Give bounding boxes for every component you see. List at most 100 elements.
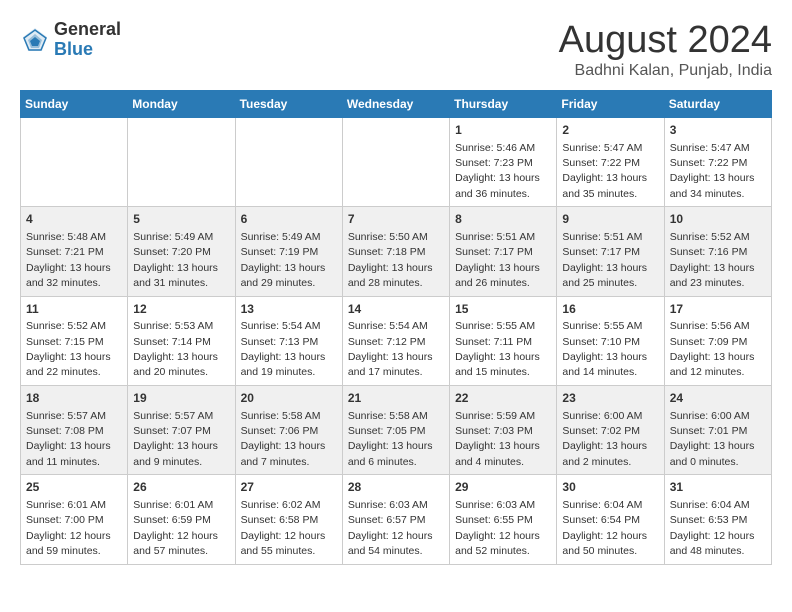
calendar-cell: 5Sunrise: 5:49 AM Sunset: 7:20 PM Daylig… [128, 207, 235, 296]
day-number: 28 [348, 479, 444, 496]
day-number: 2 [562, 122, 658, 139]
calendar-week-row: 18 Sunrise: 5:57 AM Sunset: 7:08 PM Dayli… [21, 385, 772, 474]
calendar-cell: 27 Sunrise: 6:02 AM Sunset: 6:58 PM Dayli… [235, 475, 342, 564]
calendar-cell [128, 117, 235, 206]
day-number: 12 [133, 301, 229, 318]
day-info: Sunrise: 5:48 AM Sunset: 7:21 PM Dayligh… [26, 231, 111, 289]
day-info: Sunrise: 6:04 AM Sunset: 6:54 PM Dayligh… [562, 499, 647, 557]
calendar-cell: 24 Sunrise: 6:00 AM Sunset: 7:01 PM Dayli… [664, 385, 771, 474]
day-info: Sunrise: 5:46 AM Sunset: 7:23 PM Dayligh… [455, 142, 540, 200]
calendar-cell: 9 Sunrise: 5:51 AM Sunset: 7:17 PM Daylig… [557, 207, 664, 296]
calendar-cell: 11 Sunrise: 5:52 AM Sunset: 7:15 PM Dayli… [21, 296, 128, 385]
day-info: Sunrise: 5:47 AM Sunset: 7:22 PM Dayligh… [562, 142, 647, 200]
day-number: 30 [562, 479, 658, 496]
day-info: Sunrise: 5:59 AM Sunset: 7:03 PM Dayligh… [455, 410, 540, 468]
weekday-header-thursday: Thursday [450, 90, 557, 117]
logo-general-text: General [54, 20, 121, 40]
calendar-cell: 1 Sunrise: 5:46 AM Sunset: 7:23 PM Daylig… [450, 117, 557, 206]
weekday-header-sunday: Sunday [21, 90, 128, 117]
calendar-cell: 15Sunrise: 5:55 AM Sunset: 7:11 PM Dayli… [450, 296, 557, 385]
calendar-cell: 26 Sunrise: 6:01 AM Sunset: 6:59 PM Dayli… [128, 475, 235, 564]
calendar-cell: 13Sunrise: 5:54 AM Sunset: 7:13 PM Dayli… [235, 296, 342, 385]
day-number: 27 [241, 479, 337, 496]
calendar-cell: 12 Sunrise: 5:53 AM Sunset: 7:14 PM Dayli… [128, 296, 235, 385]
calendar-cell: 22Sunrise: 5:59 AM Sunset: 7:03 PM Dayli… [450, 385, 557, 474]
calendar-cell: 17 Sunrise: 5:56 AM Sunset: 7:09 PM Dayli… [664, 296, 771, 385]
weekday-header-friday: Friday [557, 90, 664, 117]
day-info: Sunrise: 5:50 AM Sunset: 7:18 PM Dayligh… [348, 231, 433, 289]
location-subtitle: Badhni Kalan, Punjab, India [559, 62, 772, 80]
day-number: 7 [348, 211, 444, 228]
calendar-cell: 4 Sunrise: 5:48 AM Sunset: 7:21 PM Daylig… [21, 207, 128, 296]
day-info: Sunrise: 5:47 AM Sunset: 7:22 PM Dayligh… [670, 142, 755, 200]
day-number: 31 [670, 479, 766, 496]
day-number: 4 [26, 211, 122, 228]
day-number: 5 [133, 211, 229, 228]
calendar-cell [21, 117, 128, 206]
day-number: 11 [26, 301, 122, 318]
calendar-cell: 30 Sunrise: 6:04 AM Sunset: 6:54 PM Dayli… [557, 475, 664, 564]
day-info: Sunrise: 5:58 AM Sunset: 7:05 PM Dayligh… [348, 410, 433, 468]
calendar-cell [235, 117, 342, 206]
day-info: Sunrise: 6:00 AM Sunset: 7:01 PM Dayligh… [670, 410, 755, 468]
day-number: 14 [348, 301, 444, 318]
day-number: 10 [670, 211, 766, 228]
day-number: 24 [670, 390, 766, 407]
calendar-cell: 29 Sunrise: 6:03 AM Sunset: 6:55 PM Dayli… [450, 475, 557, 564]
weekday-header-monday: Monday [128, 90, 235, 117]
logo-text: General Blue [54, 20, 121, 60]
logo: General Blue [20, 20, 121, 60]
day-number: 16 [562, 301, 658, 318]
day-number: 9 [562, 211, 658, 228]
logo-blue-text: Blue [54, 40, 121, 60]
calendar-cell: 7 Sunrise: 5:50 AM Sunset: 7:18 PM Daylig… [342, 207, 449, 296]
day-info: Sunrise: 5:49 AM Sunset: 7:19 PM Dayligh… [241, 231, 326, 289]
day-number: 29 [455, 479, 551, 496]
calendar-week-row: 4 Sunrise: 5:48 AM Sunset: 7:21 PM Daylig… [21, 207, 772, 296]
month-title: August 2024 [559, 20, 772, 62]
day-info: Sunrise: 5:56 AM Sunset: 7:09 PM Dayligh… [670, 320, 755, 378]
calendar-cell [342, 117, 449, 206]
day-number: 1 [455, 122, 551, 139]
calendar-cell: 18 Sunrise: 5:57 AM Sunset: 7:08 PM Dayli… [21, 385, 128, 474]
weekday-header-row: SundayMondayTuesdayWednesdayThursdayFrid… [21, 90, 772, 117]
title-block: August 2024 Badhni Kalan, Punjab, India [559, 20, 772, 80]
day-info: Sunrise: 6:03 AM Sunset: 6:55 PM Dayligh… [455, 499, 540, 557]
day-number: 6 [241, 211, 337, 228]
calendar-week-row: 1 Sunrise: 5:46 AM Sunset: 7:23 PM Daylig… [21, 117, 772, 206]
calendar-cell: 21Sunrise: 5:58 AM Sunset: 7:05 PM Dayli… [342, 385, 449, 474]
calendar-week-row: 11 Sunrise: 5:52 AM Sunset: 7:15 PM Dayli… [21, 296, 772, 385]
calendar-cell: 16 Sunrise: 5:55 AM Sunset: 7:10 PM Dayli… [557, 296, 664, 385]
day-info: Sunrise: 5:51 AM Sunset: 7:17 PM Dayligh… [562, 231, 647, 289]
day-info: Sunrise: 5:55 AM Sunset: 7:10 PM Dayligh… [562, 320, 647, 378]
day-number: 20 [241, 390, 337, 407]
day-info: Sunrise: 5:57 AM Sunset: 7:08 PM Dayligh… [26, 410, 111, 468]
calendar-cell: 31Sunrise: 6:04 AM Sunset: 6:53 PM Dayli… [664, 475, 771, 564]
day-info: Sunrise: 6:01 AM Sunset: 7:00 PM Dayligh… [26, 499, 111, 557]
day-number: 18 [26, 390, 122, 407]
weekday-header-wednesday: Wednesday [342, 90, 449, 117]
day-info: Sunrise: 5:53 AM Sunset: 7:14 PM Dayligh… [133, 320, 218, 378]
calendar-cell: 19Sunrise: 5:57 AM Sunset: 7:07 PM Dayli… [128, 385, 235, 474]
day-number: 19 [133, 390, 229, 407]
calendar-cell: 14 Sunrise: 5:54 AM Sunset: 7:12 PM Dayli… [342, 296, 449, 385]
day-info: Sunrise: 5:55 AM Sunset: 7:11 PM Dayligh… [455, 320, 540, 378]
calendar-cell: 28Sunrise: 6:03 AM Sunset: 6:57 PM Dayli… [342, 475, 449, 564]
calendar-cell: 2 Sunrise: 5:47 AM Sunset: 7:22 PM Daylig… [557, 117, 664, 206]
calendar-cell: 10 Sunrise: 5:52 AM Sunset: 7:16 PM Dayli… [664, 207, 771, 296]
day-number: 26 [133, 479, 229, 496]
calendar-cell: 6 Sunrise: 5:49 AM Sunset: 7:19 PM Daylig… [235, 207, 342, 296]
calendar-cell: 25 Sunrise: 6:01 AM Sunset: 7:00 PM Dayli… [21, 475, 128, 564]
day-number: 17 [670, 301, 766, 318]
calendar-table: SundayMondayTuesdayWednesdayThursdayFrid… [20, 90, 772, 565]
day-info: Sunrise: 5:52 AM Sunset: 7:15 PM Dayligh… [26, 320, 111, 378]
calendar-cell: 8Sunrise: 5:51 AM Sunset: 7:17 PM Daylig… [450, 207, 557, 296]
day-number: 8 [455, 211, 551, 228]
day-info: Sunrise: 6:01 AM Sunset: 6:59 PM Dayligh… [133, 499, 218, 557]
day-number: 25 [26, 479, 122, 496]
page-header: General Blue August 2024 Badhni Kalan, P… [20, 20, 772, 80]
day-info: Sunrise: 6:02 AM Sunset: 6:58 PM Dayligh… [241, 499, 326, 557]
day-info: Sunrise: 5:54 AM Sunset: 7:12 PM Dayligh… [348, 320, 433, 378]
day-info: Sunrise: 5:52 AM Sunset: 7:16 PM Dayligh… [670, 231, 755, 289]
day-number: 23 [562, 390, 658, 407]
